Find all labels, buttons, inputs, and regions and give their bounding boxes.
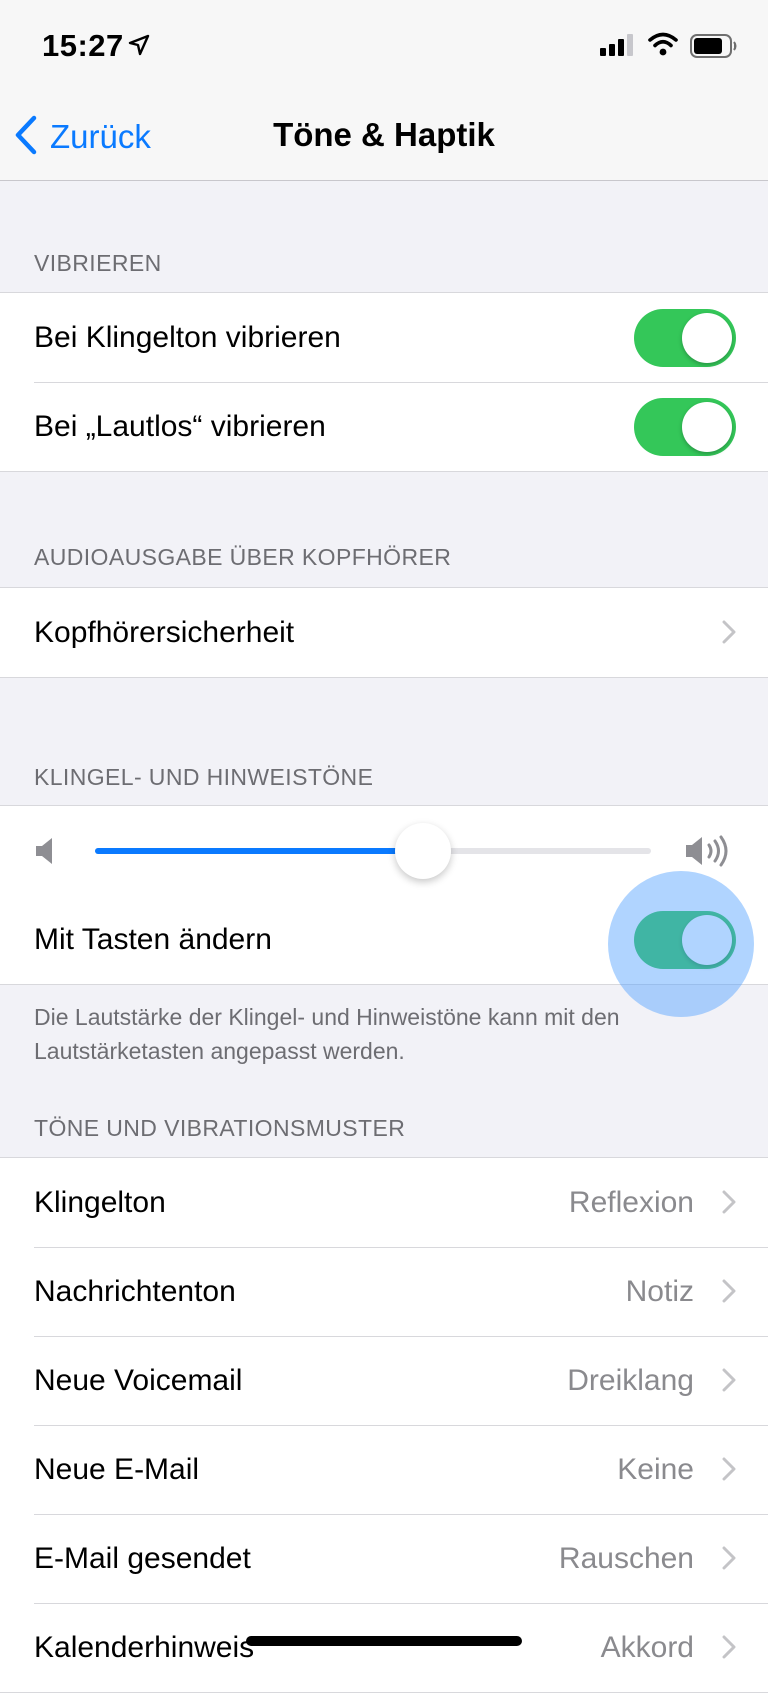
row-email-sent[interactable]: E-Mail gesendet Rauschen	[0, 1514, 768, 1603]
row-label: Mit Tasten ändern	[34, 923, 272, 956]
row-value: Notiz	[625, 1275, 694, 1308]
row-ringtone-vibrate: Bei Klingelton vibrieren	[0, 293, 768, 382]
row-value: Akkord	[600, 1631, 694, 1664]
toggle-ringtone-vibrate[interactable]	[634, 309, 736, 367]
volume-slider-fill	[95, 848, 424, 854]
cellular-signal-icon	[600, 34, 636, 61]
row-value: Dreiklang	[567, 1364, 694, 1397]
speaker-low-icon	[34, 836, 56, 871]
page-title: Töne & Haptik	[273, 116, 495, 153]
group-toene: Klingelton Reflexion Nachrichtenton Noti…	[0, 1157, 768, 1693]
row-label: Neue Voicemail	[34, 1364, 243, 1397]
section-header-audio: AUDIOAUSGABE ÜBER KOPFHÖRER	[34, 544, 452, 570]
toggle-silent-vibrate[interactable]	[634, 398, 736, 456]
row-label: Kalenderhinweis	[34, 1631, 255, 1664]
row-silent-vibrate: Bei „Lautlos“ vibrieren	[0, 382, 768, 471]
row-new-email[interactable]: Neue E-Mail Keine	[0, 1425, 768, 1514]
row-new-voicemail[interactable]: Neue Voicemail Dreiklang	[0, 1336, 768, 1425]
row-label: E-Mail gesendet	[34, 1542, 251, 1575]
row-label: Klingelton	[34, 1186, 166, 1219]
row-headphone-safety[interactable]: Kopfhörersicherheit	[0, 588, 768, 677]
group-vibrieren: Bei Klingelton vibrieren Bei „Lautlos“ v…	[0, 292, 768, 472]
location-arrow-icon	[128, 34, 150, 61]
row-value: Keine	[617, 1453, 694, 1486]
chevron-right-icon	[722, 1279, 736, 1308]
row-ringtone[interactable]: Klingelton Reflexion	[0, 1158, 768, 1247]
chevron-right-icon	[722, 620, 736, 649]
row-message-tone[interactable]: Nachrichtenton Notiz	[0, 1247, 768, 1336]
toggle-knob	[682, 402, 732, 452]
section-footer-note: Die Lautstärke der Klingel- und Hinweist…	[34, 1004, 620, 1064]
section-header-vibrieren: VIBRIEREN	[34, 250, 162, 276]
chevron-right-icon	[722, 1457, 736, 1486]
status-time: 15:27	[42, 28, 124, 63]
navigation-bar: Zurück Töne & Haptik	[0, 96, 768, 181]
battery-icon	[690, 34, 738, 63]
row-label: Bei Klingelton vibrieren	[34, 321, 341, 354]
row-label: Neue E-Mail	[34, 1453, 200, 1486]
section-header-toene: TÖNE UND VIBRATIONSMUSTER	[34, 1115, 406, 1141]
chevron-right-icon	[722, 1190, 736, 1219]
row-value: Reflexion	[568, 1186, 694, 1219]
volume-slider[interactable]	[95, 823, 651, 879]
chevron-right-icon	[722, 1368, 736, 1397]
row-calendar-alert[interactable]: Kalenderhinweis Akkord	[0, 1603, 768, 1692]
toggle-knob	[682, 313, 732, 363]
group-klingel: Mit Tasten ändern	[0, 805, 768, 985]
volume-row	[0, 806, 768, 895]
home-indicator	[246, 1636, 522, 1646]
row-change-with-buttons: Mit Tasten ändern	[0, 895, 768, 984]
toggle-change-with-buttons[interactable]	[634, 911, 736, 969]
chevron-right-icon	[722, 1635, 736, 1664]
section-header-klingel: KLINGEL- UND HINWEISTÖNE	[34, 764, 374, 790]
speaker-high-icon	[684, 834, 734, 873]
status-bar: 15:27	[0, 0, 768, 96]
row-label: Kopfhörersicherheit	[34, 616, 295, 649]
toggle-knob	[682, 915, 732, 965]
group-audio: Kopfhörersicherheit	[0, 587, 768, 678]
row-label: Nachrichtenton	[34, 1275, 236, 1308]
row-value: Rauschen	[558, 1542, 694, 1575]
volume-slider-thumb[interactable]	[395, 823, 452, 879]
chevron-right-icon	[722, 1546, 736, 1575]
row-label: Bei „Lautlos“ vibrieren	[34, 410, 326, 443]
wifi-icon	[648, 32, 678, 61]
